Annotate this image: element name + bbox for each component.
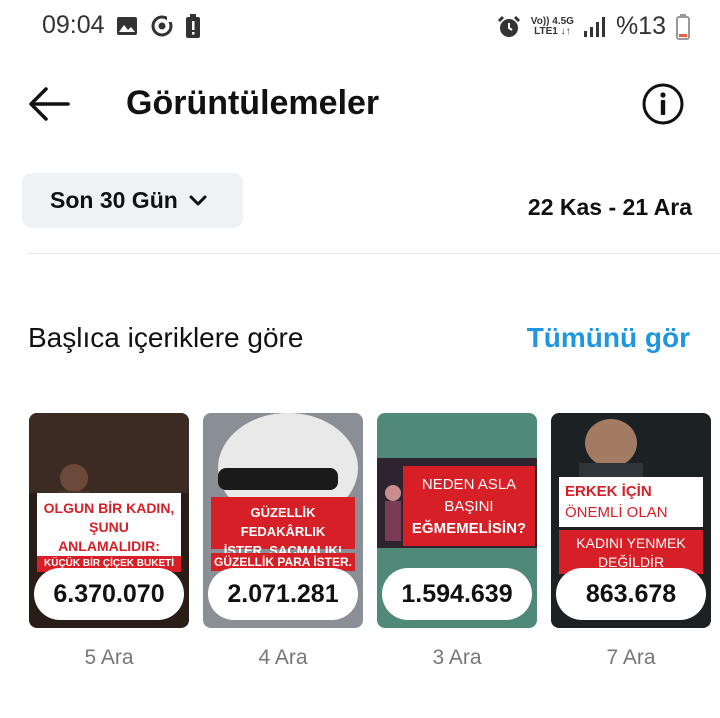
- date-range-dropdown[interactable]: Son 30 Gün: [22, 173, 243, 228]
- content-card[interactable]: NEDEN ASLA BAŞINI EĞMEMELİSİN? 1.594.639: [377, 413, 537, 628]
- date-range-dropdown-label: Son 30 Gün: [50, 187, 178, 213]
- thumbnail-text: ERKEK İÇİN: [565, 483, 652, 500]
- status-bar: 09:04 Vo)) 4.5G LTE1 ↓↑ %13: [0, 0, 720, 52]
- network-type-bottom: LTE1 ↓↑: [534, 25, 571, 37]
- content-card[interactable]: GÜZELLİK FEDAKÂRLIK İSTER. SAÇMALIK! GÜZ…: [203, 413, 363, 628]
- back-button[interactable]: [26, 84, 72, 124]
- thumbnail-text: GÜZELLİK FEDAKÂRLIK: [240, 505, 326, 539]
- thumbnail-text: ŞUNU ANLAMALIDIR:: [58, 519, 160, 554]
- arrow-left-icon: [29, 87, 70, 121]
- date-range-text: 22 Kas - 21 Ara: [527, 194, 692, 220]
- card-view-count: 2.071.281: [208, 568, 358, 620]
- info-icon: [642, 83, 684, 125]
- signal-icon: [583, 16, 605, 37]
- battery-icon: [676, 13, 690, 40]
- see-all-link[interactable]: Tümünü gör: [527, 322, 690, 354]
- thumbnail-text: ÖNEMLİ OLAN: [565, 504, 668, 521]
- app-header: Görüntülemeler: [0, 70, 720, 140]
- card-view-count: 863.678: [556, 568, 706, 620]
- divider: [28, 253, 720, 254]
- thumbnail-text: KADINI YENMEK: [576, 535, 686, 551]
- thumbnail-text: BAŞINI: [444, 498, 494, 515]
- card-date: 5 Ara: [84, 646, 134, 669]
- thumbnail-text: EĞMEMELİSİN?: [411, 520, 527, 537]
- card-date: 4 Ara: [258, 646, 308, 669]
- thumbnail-text: NEDEN ASLA: [421, 476, 517, 493]
- page-title: Görüntülemeler: [126, 84, 380, 122]
- card-view-count: 6.370.070: [34, 568, 184, 620]
- image-icon: [117, 17, 137, 35]
- alarm-icon: [497, 15, 520, 37]
- section-title: Başlıca içeriklere göre: [28, 322, 304, 353]
- chevron-down-icon: [189, 195, 207, 205]
- card-date: 3 Ara: [432, 646, 482, 669]
- sync-icon: [151, 15, 173, 37]
- card-date: 7 Ara: [606, 646, 656, 669]
- info-button[interactable]: [641, 82, 685, 126]
- content-card[interactable]: OLGUN BİR KADIN, ŞUNU ANLAMALIDIR: KÜÇÜK…: [29, 413, 189, 628]
- thumbnail-text: OLGUN BİR KADIN,: [43, 500, 175, 516]
- top-content-list: OLGUN BİR KADIN, ŞUNU ANLAMALIDIR: KÜÇÜK…: [29, 413, 720, 683]
- battery-alert-icon: [186, 14, 200, 38]
- content-card[interactable]: ERKEK İÇİN ÖNEMLİ OLAN KADINI YENMEK DEĞ…: [551, 413, 711, 628]
- status-time: 09:04: [42, 11, 105, 39]
- battery-percent: %13: [615, 12, 666, 40]
- network-type-top: Vo)) 4.5G: [530, 15, 574, 27]
- card-view-count: 1.594.639: [382, 568, 532, 620]
